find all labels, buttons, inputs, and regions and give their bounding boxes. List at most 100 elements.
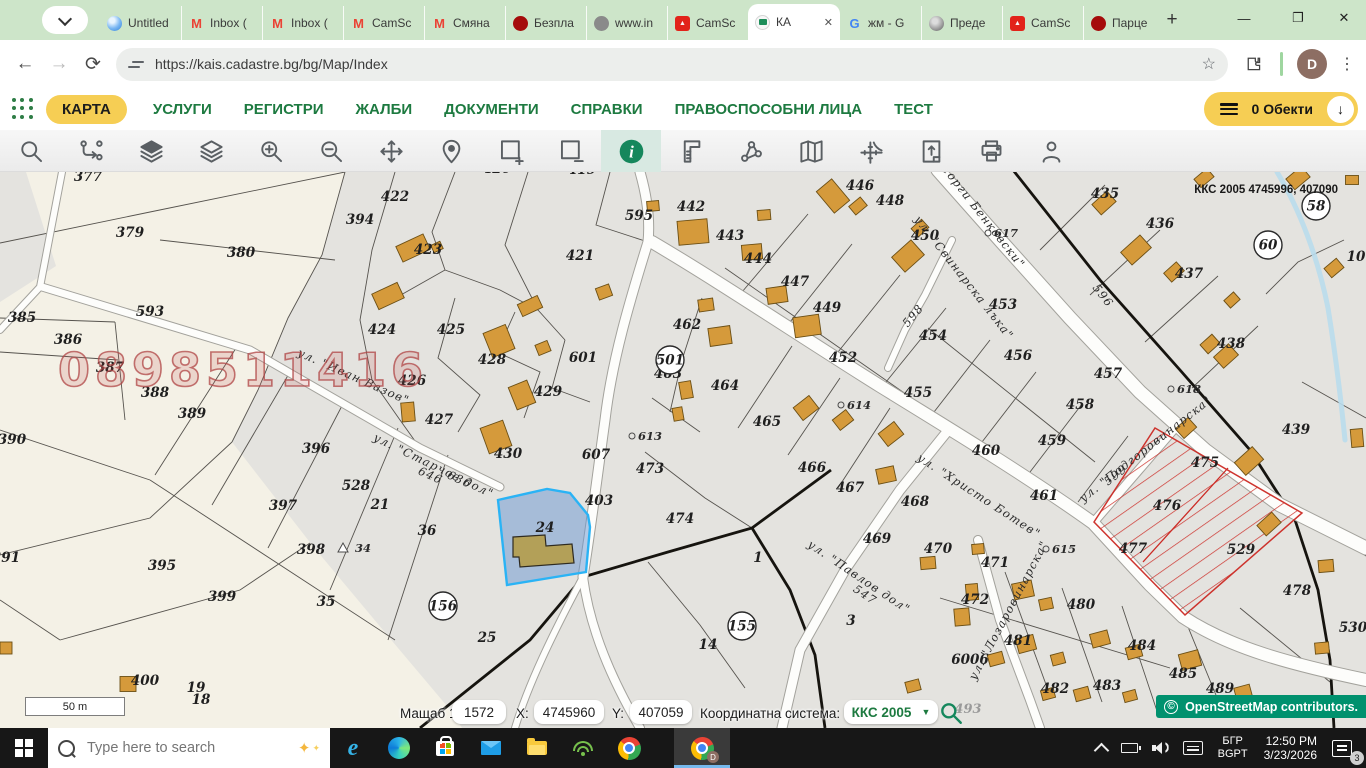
- url-text[interactable]: https://kais.cadastre.bg/bg/Map/Index: [155, 56, 1202, 72]
- tab[interactable]: CamSc: [1002, 6, 1083, 40]
- taskbar-chrome-active[interactable]: D: [674, 728, 730, 768]
- window-close-button[interactable]: ✕: [1322, 0, 1366, 36]
- print-tool-icon[interactable]: [961, 130, 1021, 172]
- svg-text:435: 435: [1091, 186, 1119, 202]
- svg-text:473: 473: [636, 461, 664, 477]
- tab-active[interactable]: КА✕: [748, 4, 840, 40]
- svg-text:395: 395: [148, 558, 176, 574]
- osm-attribution-text[interactable]: OpenStreetMap contributors.: [1185, 700, 1358, 714]
- objects-button[interactable]: 0 Обекти ↓: [1204, 92, 1358, 126]
- browser-menu-icon[interactable]: ⋮: [1339, 54, 1355, 74]
- pan-tool-icon[interactable]: [361, 130, 421, 172]
- crs-dropdown[interactable]: ККС 2005 ▼: [844, 700, 938, 724]
- taskbar-search[interactable]: ✦ ✦: [48, 728, 330, 768]
- tab[interactable]: Inbox (: [181, 6, 262, 40]
- share-nodes-icon[interactable]: [721, 130, 781, 172]
- cadastre-map-canvas[interactable]: 24 3773793803853863873883893903913943953…: [0, 172, 1366, 728]
- taskbar-ie-icon[interactable]: e: [330, 728, 376, 768]
- tab[interactable]: Парце: [1083, 6, 1164, 40]
- taskbar-chrome-icon[interactable]: [606, 728, 652, 768]
- layers-filled-icon[interactable]: [121, 130, 181, 172]
- reload-button[interactable]: ⟳: [76, 47, 110, 81]
- nav-item-4[interactable]: ДОКУМЕНТИ: [444, 101, 539, 118]
- tab[interactable]: Смяна: [424, 6, 505, 40]
- tab[interactable]: CamSc: [667, 6, 748, 40]
- nav-item-0[interactable]: КАРТА: [46, 95, 127, 124]
- svg-text:442: 442: [677, 199, 705, 215]
- svg-text:14: 14: [699, 637, 718, 653]
- taskbar-wifi-app-icon[interactable]: [560, 728, 606, 768]
- zoom-in-icon[interactable]: [241, 130, 301, 172]
- nav-item-7[interactable]: ТЕСТ: [894, 101, 933, 118]
- search-tool-icon[interactable]: [1, 130, 61, 172]
- tab[interactable]: Untitled: [100, 6, 181, 40]
- power-icon[interactable]: [1114, 728, 1145, 768]
- url-omnibox[interactable]: https://kais.cadastre.bg/bg/Map/Index ☆: [116, 48, 1228, 81]
- extensions-icon[interactable]: [1244, 54, 1264, 74]
- taskbar-clock[interactable]: 12:50 PM 3/23/2026: [1256, 734, 1325, 762]
- taskbar-explorer-icon[interactable]: [514, 728, 560, 768]
- svg-text:457: 457: [1094, 366, 1123, 382]
- user-tool-icon[interactable]: [1021, 130, 1081, 172]
- info-tool-icon[interactable]: i: [601, 130, 661, 172]
- rect-add-icon[interactable]: [481, 130, 541, 172]
- start-button[interactable]: [0, 728, 48, 768]
- svg-text:480: 480: [1067, 597, 1096, 613]
- taskbar-edge-icon[interactable]: [376, 728, 422, 768]
- forward-button[interactable]: →: [42, 47, 76, 81]
- objects-count-label: 0 Обекти: [1252, 101, 1313, 117]
- axes-tool-icon[interactable]: [841, 130, 901, 172]
- flow-tool-icon[interactable]: [61, 130, 121, 172]
- tab[interactable]: Безпла: [505, 6, 586, 40]
- status-search-icon[interactable]: [938, 700, 964, 726]
- window-maximize-button[interactable]: ❐: [1276, 0, 1320, 36]
- language-indicator[interactable]: БГР BGPT: [1210, 735, 1256, 761]
- map-fold-icon[interactable]: [781, 130, 841, 172]
- nav-item-1[interactable]: УСЛУГИ: [153, 101, 212, 118]
- tab[interactable]: жм - G: [840, 6, 921, 40]
- notification-center[interactable]: 3: [1325, 728, 1366, 768]
- export-tool-icon[interactable]: [901, 130, 961, 172]
- new-tab-button[interactable]: +: [1160, 8, 1184, 32]
- keyboard-icon[interactable]: [1176, 728, 1210, 768]
- tab[interactable]: CamSc: [343, 6, 424, 40]
- taskbar-search-input[interactable]: [85, 739, 296, 757]
- layers-stack-icon[interactable]: [181, 130, 241, 172]
- svg-text:474: 474: [666, 511, 694, 527]
- svg-text:448: 448: [876, 193, 905, 209]
- tab[interactable]: Inbox (: [262, 6, 343, 40]
- tray-chevron-icon[interactable]: [1089, 728, 1114, 768]
- site-settings-icon[interactable]: [128, 55, 146, 73]
- browser-avatar[interactable]: D: [1297, 49, 1327, 79]
- nav-item-6[interactable]: ПРАВОСПОСОБНИ ЛИЦА: [675, 101, 863, 118]
- svg-text:403: 403: [585, 493, 613, 509]
- svg-text:469: 469: [863, 531, 892, 547]
- svg-text:452: 452: [829, 350, 857, 366]
- system-tray: БГР BGPT 12:50 PM 3/23/2026 3: [1089, 728, 1366, 768]
- browser-tab-strip: UntitledInbox (Inbox (CamScСмянаБезплаww…: [0, 0, 1366, 40]
- measure-tool-icon[interactable]: [661, 130, 721, 172]
- pdf-icon: [1010, 16, 1025, 31]
- globe-gray-icon: [929, 16, 944, 31]
- nav-item-2[interactable]: РЕГИСТРИ: [244, 101, 324, 118]
- cadastre-map[interactable]: 24 3773793803853863873883893903913943953…: [0, 172, 1366, 728]
- rect-remove-icon[interactable]: [541, 130, 601, 172]
- nav-item-3[interactable]: ЖАЛБИ: [356, 101, 413, 118]
- chevron-down-icon: [58, 11, 72, 25]
- zoom-out-icon[interactable]: [301, 130, 361, 172]
- tab-close-icon[interactable]: ✕: [824, 16, 833, 29]
- taskbar-store-icon[interactable]: [422, 728, 468, 768]
- collapse-arrow-icon[interactable]: ↓: [1327, 96, 1354, 123]
- nav-item-5[interactable]: СПРАВКИ: [571, 101, 643, 118]
- taskbar-mail-icon[interactable]: [468, 728, 514, 768]
- tab[interactable]: www.in: [586, 6, 667, 40]
- windows-taskbar: ✦ ✦ e D БГР BGPT 12:50 PM 3/23/2026: [0, 728, 1366, 768]
- window-minimize-button[interactable]: —: [1222, 0, 1266, 36]
- volume-icon[interactable]: [1145, 728, 1176, 768]
- apps-grid-icon[interactable]: [12, 98, 34, 120]
- tab[interactable]: Преде: [921, 6, 1002, 40]
- tab-search-button[interactable]: [42, 6, 88, 34]
- location-pin-icon[interactable]: [421, 130, 481, 172]
- back-button[interactable]: ←: [8, 47, 42, 81]
- bookmark-star-icon[interactable]: ☆: [1202, 54, 1216, 74]
